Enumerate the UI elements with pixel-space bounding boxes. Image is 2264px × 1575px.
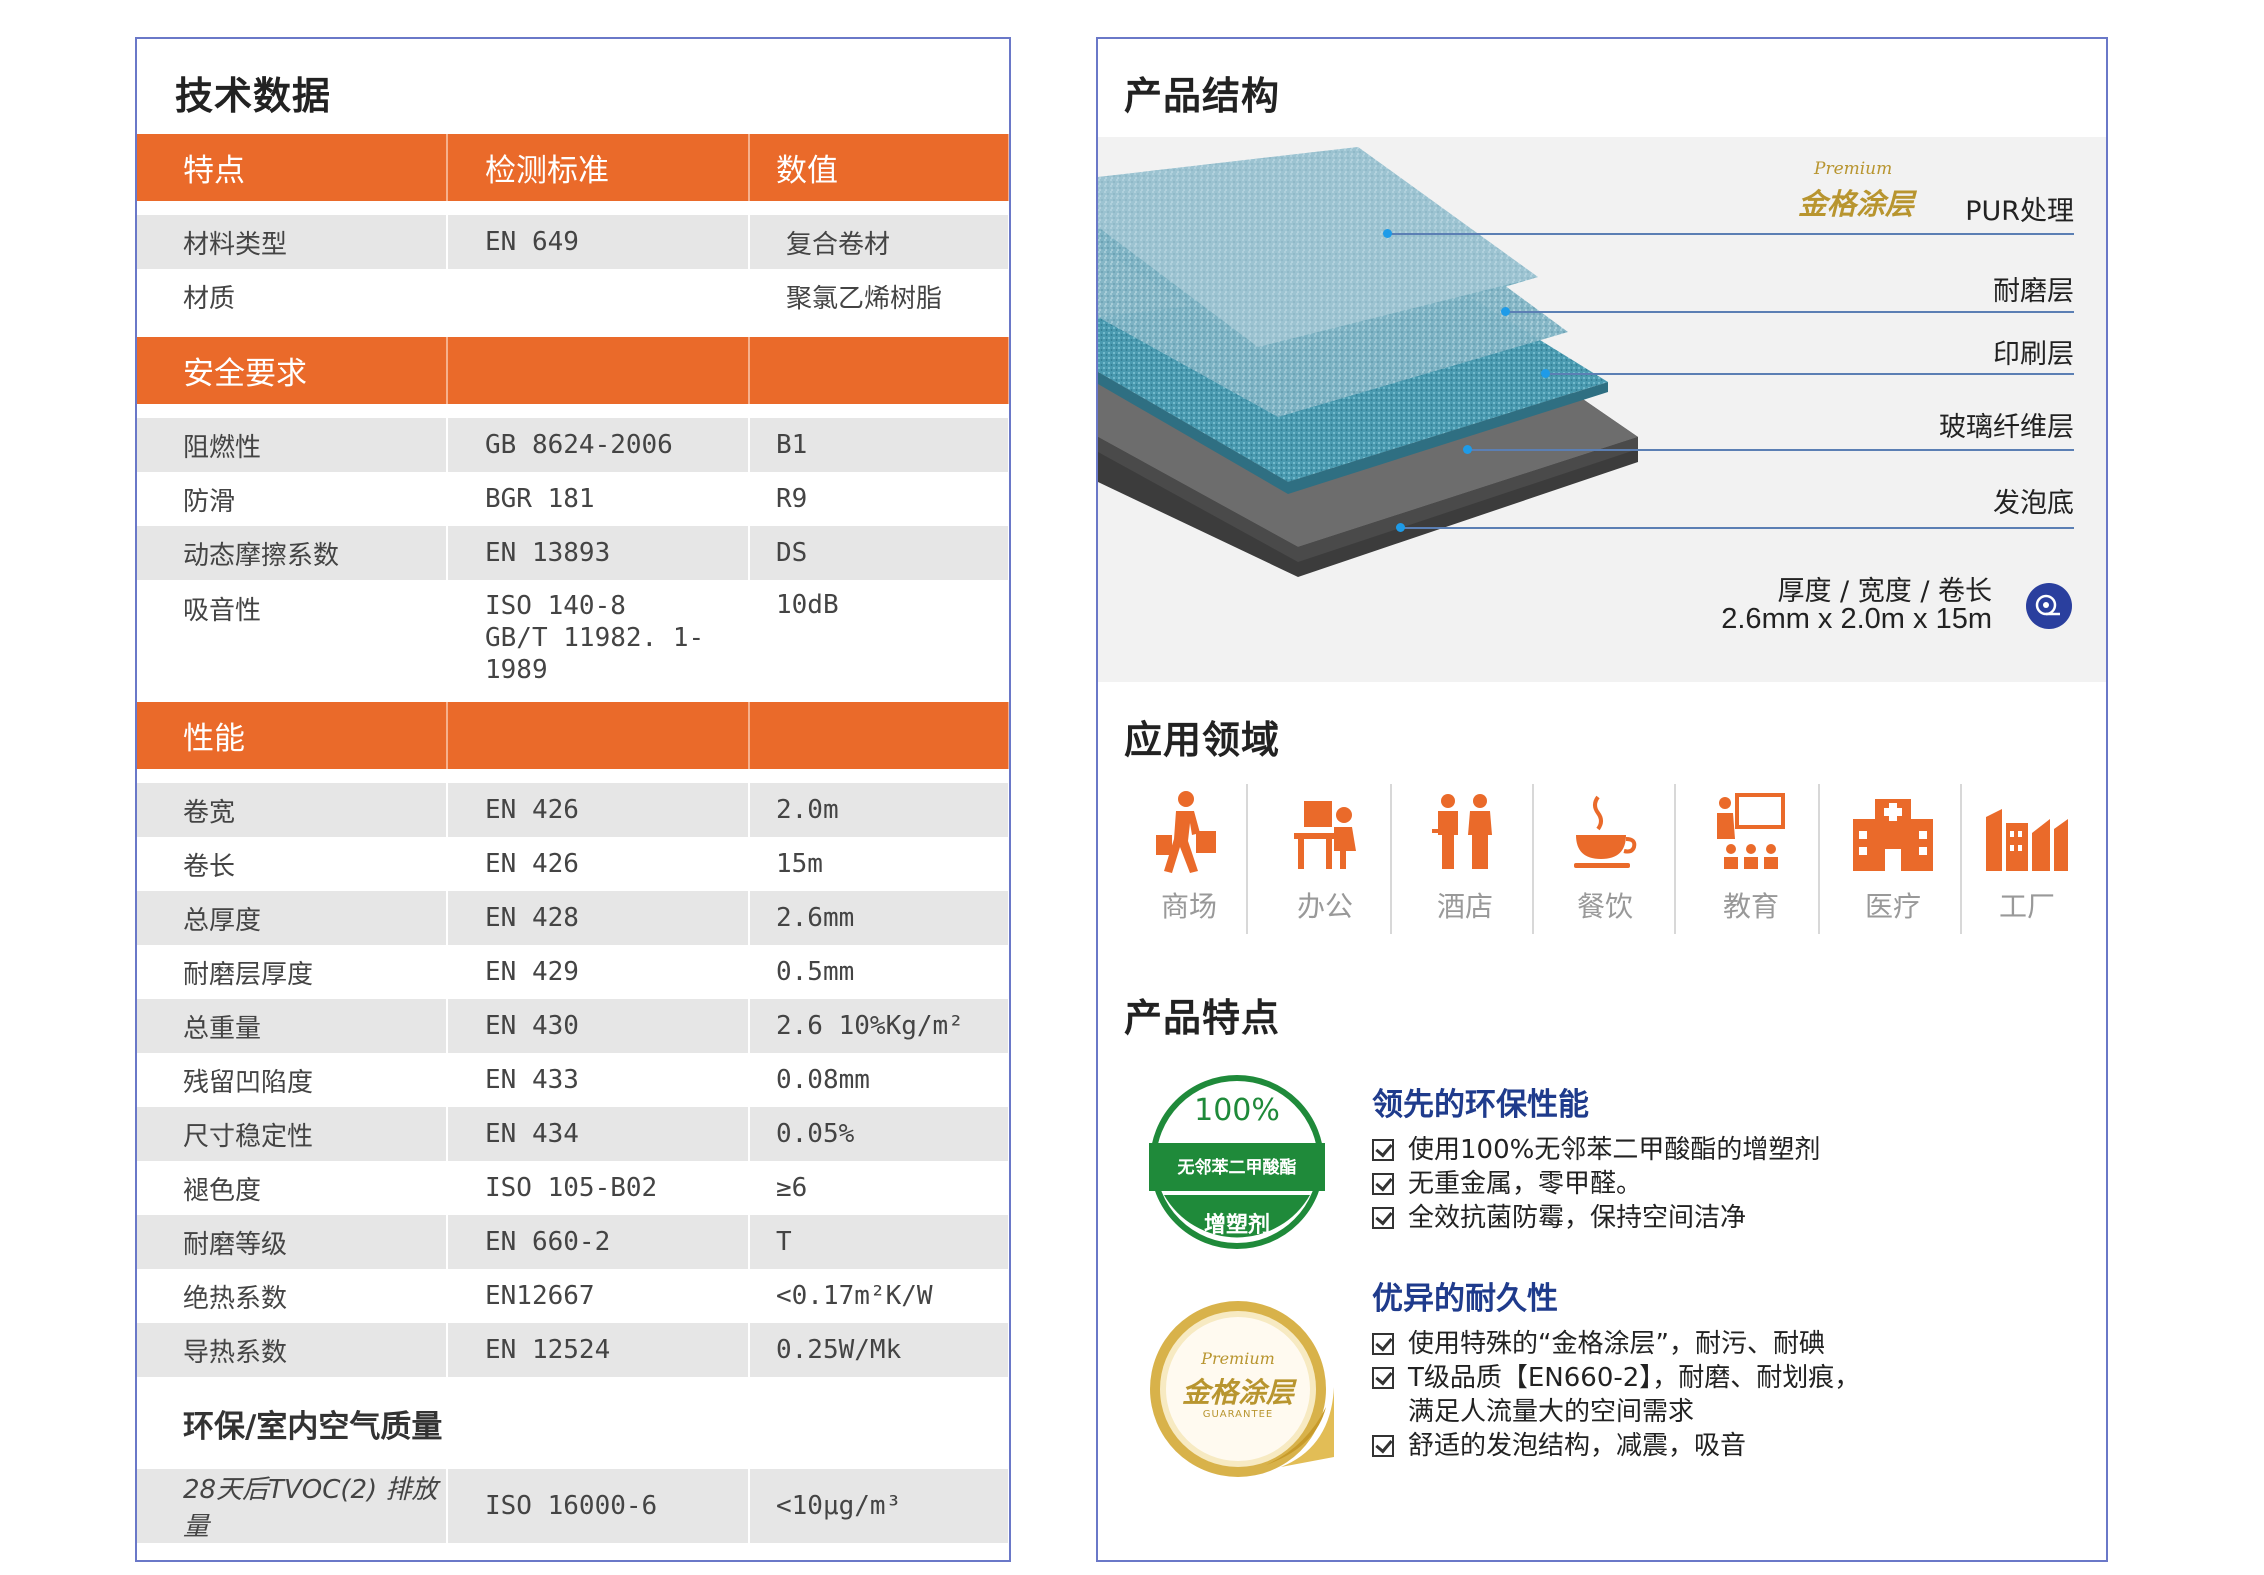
hospital-icon: [1853, 799, 1933, 871]
factory-icon: [1986, 809, 2068, 871]
checkbox-icon: [1372, 1173, 1394, 1195]
table-row: 尺寸稳定性 EN 434 0.05%: [137, 1107, 1009, 1161]
section-header-environment: 环保/室内空气质量: [137, 1377, 1009, 1469]
structure-diagram: Premium 金格涂层 PUR处理 耐磨层 印刷层 玻璃纤维层 发泡底 厚度 …: [1098, 137, 2106, 682]
table-row: 总厚度 EN 428 2.6mm: [137, 891, 1009, 945]
divider: [1390, 784, 1392, 934]
features-title: 产品特点: [1124, 996, 1281, 1040]
checkbox-icon: [1372, 1367, 1394, 1389]
divider: [1960, 784, 1962, 934]
feature-line: 全效抗菌防霉，保持空间洁净: [1372, 1197, 1746, 1234]
eco-badge: 100% 无邻苯二甲酸酯 增塑剂: [1146, 1071, 1328, 1253]
table-row: 褪色度 ISO 105-B02 ≥6: [137, 1161, 1009, 1215]
brand-latin: Premium: [1814, 159, 1893, 179]
premium-coating-badge: Premium 金格涂层 GUARANTEE: [1146, 1297, 1336, 1487]
leader-line: [1468, 449, 2074, 451]
app-shopping: 商场: [1134, 787, 1244, 925]
leader-dot: [1463, 445, 1472, 454]
leader-dot: [1501, 307, 1510, 316]
structure-title: 产品结构: [1124, 74, 1281, 118]
app-dining: 餐饮: [1550, 787, 1660, 925]
table-row: 耐磨等级 EN 660-2 T: [137, 1215, 1009, 1269]
leader-line: [1546, 373, 2074, 375]
application-title: 应用领域: [1124, 718, 1281, 762]
app-education: 教育: [1696, 787, 1806, 925]
divider: [1674, 784, 1676, 934]
app-hotel: 酒店: [1410, 787, 1520, 925]
tech-data-title: 技术数据: [175, 74, 332, 118]
table-row: 残留凹陷度 EN 433 0.08mm: [137, 1053, 1009, 1107]
table-row: 材料类型 EN 649 复合卷材: [137, 215, 1009, 269]
dims-value: 2.6mm x 2.0m x 15m: [1721, 603, 1992, 635]
leader-dot: [1383, 229, 1392, 238]
section-header-performance: 性能: [137, 702, 1009, 769]
leader-line: [1388, 233, 2074, 235]
checkbox-icon: [1372, 1139, 1394, 1161]
feature-line: 满足人流量大的空间需求: [1408, 1397, 1695, 1427]
app-hospital: 医疗: [1838, 787, 1948, 925]
feature-line: 舒适的发泡结构，减震，吸音: [1372, 1425, 1746, 1462]
feature-line: 无重金属，零甲醛。: [1372, 1163, 1642, 1200]
roll-icon: [2026, 583, 2072, 629]
office-icon: [1294, 801, 1356, 869]
divider: [1246, 784, 1248, 934]
table-row: 阻燃性 GB 8624-2006 B1: [137, 418, 1009, 472]
layer-label-foam: 发泡底: [1993, 488, 2074, 519]
header-feature: 特点: [137, 134, 448, 201]
dining-icon: [1574, 795, 1637, 868]
brand-logo: 金格涂层: [1798, 187, 1915, 221]
header-value: 数值: [749, 134, 1009, 201]
divider: [1532, 784, 1534, 934]
feature-line: 使用特殊的“金格涂层”，耐污、耐碘: [1372, 1323, 1825, 1360]
feature-group-title: 优异的耐久性: [1372, 1281, 1558, 1317]
feature-line: T级品质【EN660-2】，耐磨、耐划痕，: [1372, 1357, 1860, 1394]
table-row: 卷长 EN 426 15m: [137, 837, 1009, 891]
leader-line: [1506, 311, 2074, 313]
table-row: 材质 聚氯乙烯树脂: [137, 269, 1009, 323]
section-header-safety: 安全要求: [137, 337, 1009, 404]
hotel-icon: [1432, 794, 1492, 869]
table-row: 导热系数 EN 12524 0.25W/Mk: [137, 1323, 1009, 1377]
checkbox-icon: [1372, 1435, 1394, 1457]
table-row: 卷宽 EN 426 2.0m: [137, 783, 1009, 837]
header-standard: 检测标准: [447, 134, 750, 201]
education-icon: [1717, 793, 1785, 869]
app-office: 办公: [1270, 787, 1380, 925]
leader-line: [1401, 527, 2074, 529]
table-row: 吸音性 ISO 140-8 GB/T 11982. 1-1989 10dB: [137, 580, 1009, 686]
leader-dot: [1396, 523, 1405, 532]
performance-rows: 卷宽 EN 426 2.0m 卷长 EN 426 15m 总厚度 EN 428 2.6mm 耐磨层…: [137, 783, 1009, 1377]
shopping-icon: [1156, 791, 1216, 873]
tech-data-panel: 技术数据 特点 检测标准 数值 材料类型 EN 649 复合卷材 材质 聚氯乙烯…: [135, 37, 1011, 1562]
app-factory: 工厂: [1972, 787, 2082, 925]
layer-label-glassfiber: 玻璃纤维层: [1939, 412, 2074, 443]
table-row: 耐磨层厚度 EN 429 0.5mm: [137, 945, 1009, 999]
tech-data-table: 特点 检测标准 数值 材料类型 EN 649 复合卷材 材质 聚氯乙烯树脂 安全…: [137, 134, 1009, 1543]
checkbox-icon: [1372, 1333, 1394, 1355]
table-row: 总重量 EN 430 2.6 10%Kg/m²: [137, 999, 1009, 1053]
layer-label-pur: PUR处理: [1965, 196, 2074, 227]
product-panel: 产品结构 Premium 金格涂层 PUR处理 耐磨层 印刷层 玻璃纤维层 发泡…: [1096, 37, 2108, 1562]
table-header-row: 特点 检测标准 数值: [137, 134, 1009, 201]
divider: [1818, 784, 1820, 934]
table-row: 28天后TVOC(2) 排放量 ISO 16000-6 <10μg/m³: [137, 1469, 1009, 1543]
feature-group-title: 领先的环保性能: [1372, 1087, 1589, 1123]
table-row: 动态摩擦系数 EN 13893 DS: [137, 526, 1009, 580]
feature-line: 使用100%无邻苯二甲酸酯的增塑剂: [1372, 1129, 1820, 1166]
table-row: 绝热系数 EN12667 <0.17m²K/W: [137, 1269, 1009, 1323]
leader-dot: [1541, 369, 1550, 378]
layer-label-wear: 耐磨层: [1993, 276, 2074, 307]
checkbox-icon: [1372, 1207, 1394, 1229]
table-row: 防滑 BGR 181 R9: [137, 472, 1009, 526]
layer-label-print: 印刷层: [1993, 339, 2074, 370]
